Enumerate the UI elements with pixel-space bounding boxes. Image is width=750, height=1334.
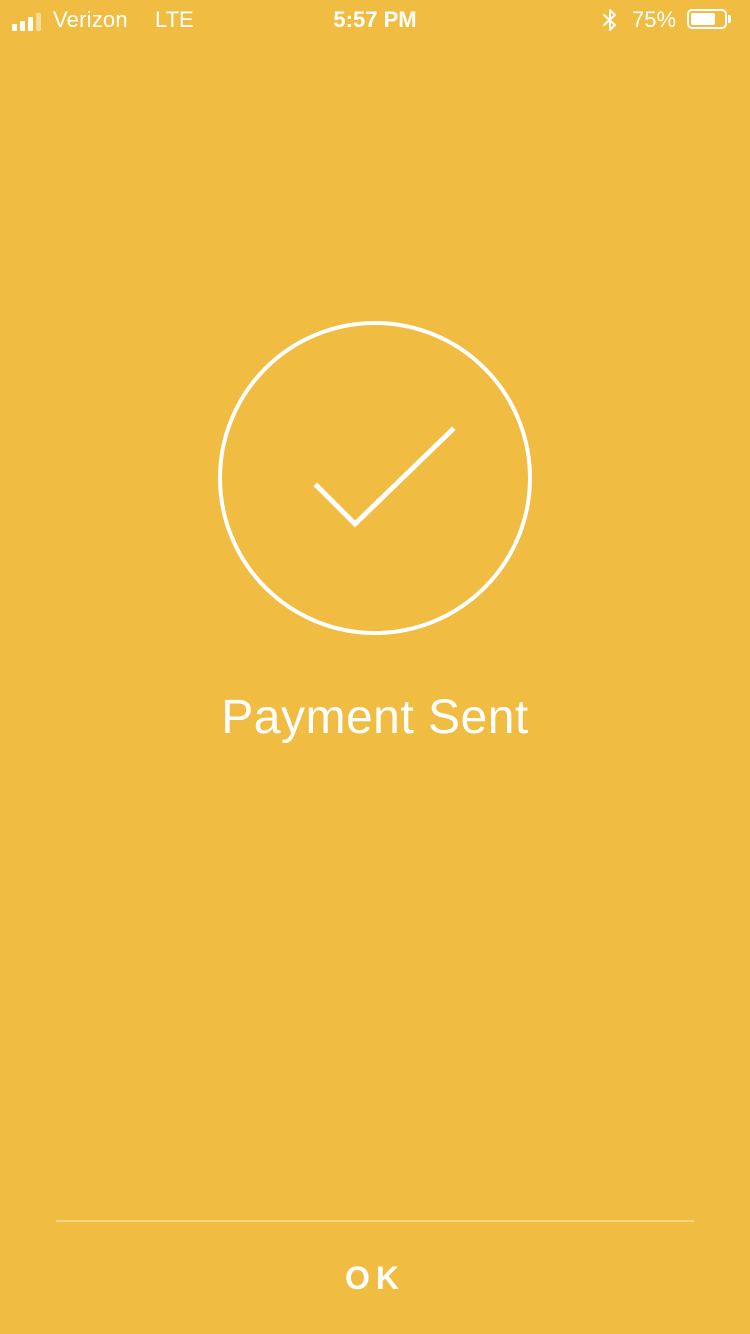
ok-button[interactable]: OK [56,1222,694,1334]
status-bar: Verizon LTE 5:57 PM 75% [0,0,750,40]
bluetooth-icon [603,9,616,31]
battery-percent: 75% [632,7,677,32]
check-circle-icon [218,321,532,635]
battery-icon [687,9,731,31]
payment-sent-title: Payment Sent [221,691,529,744]
